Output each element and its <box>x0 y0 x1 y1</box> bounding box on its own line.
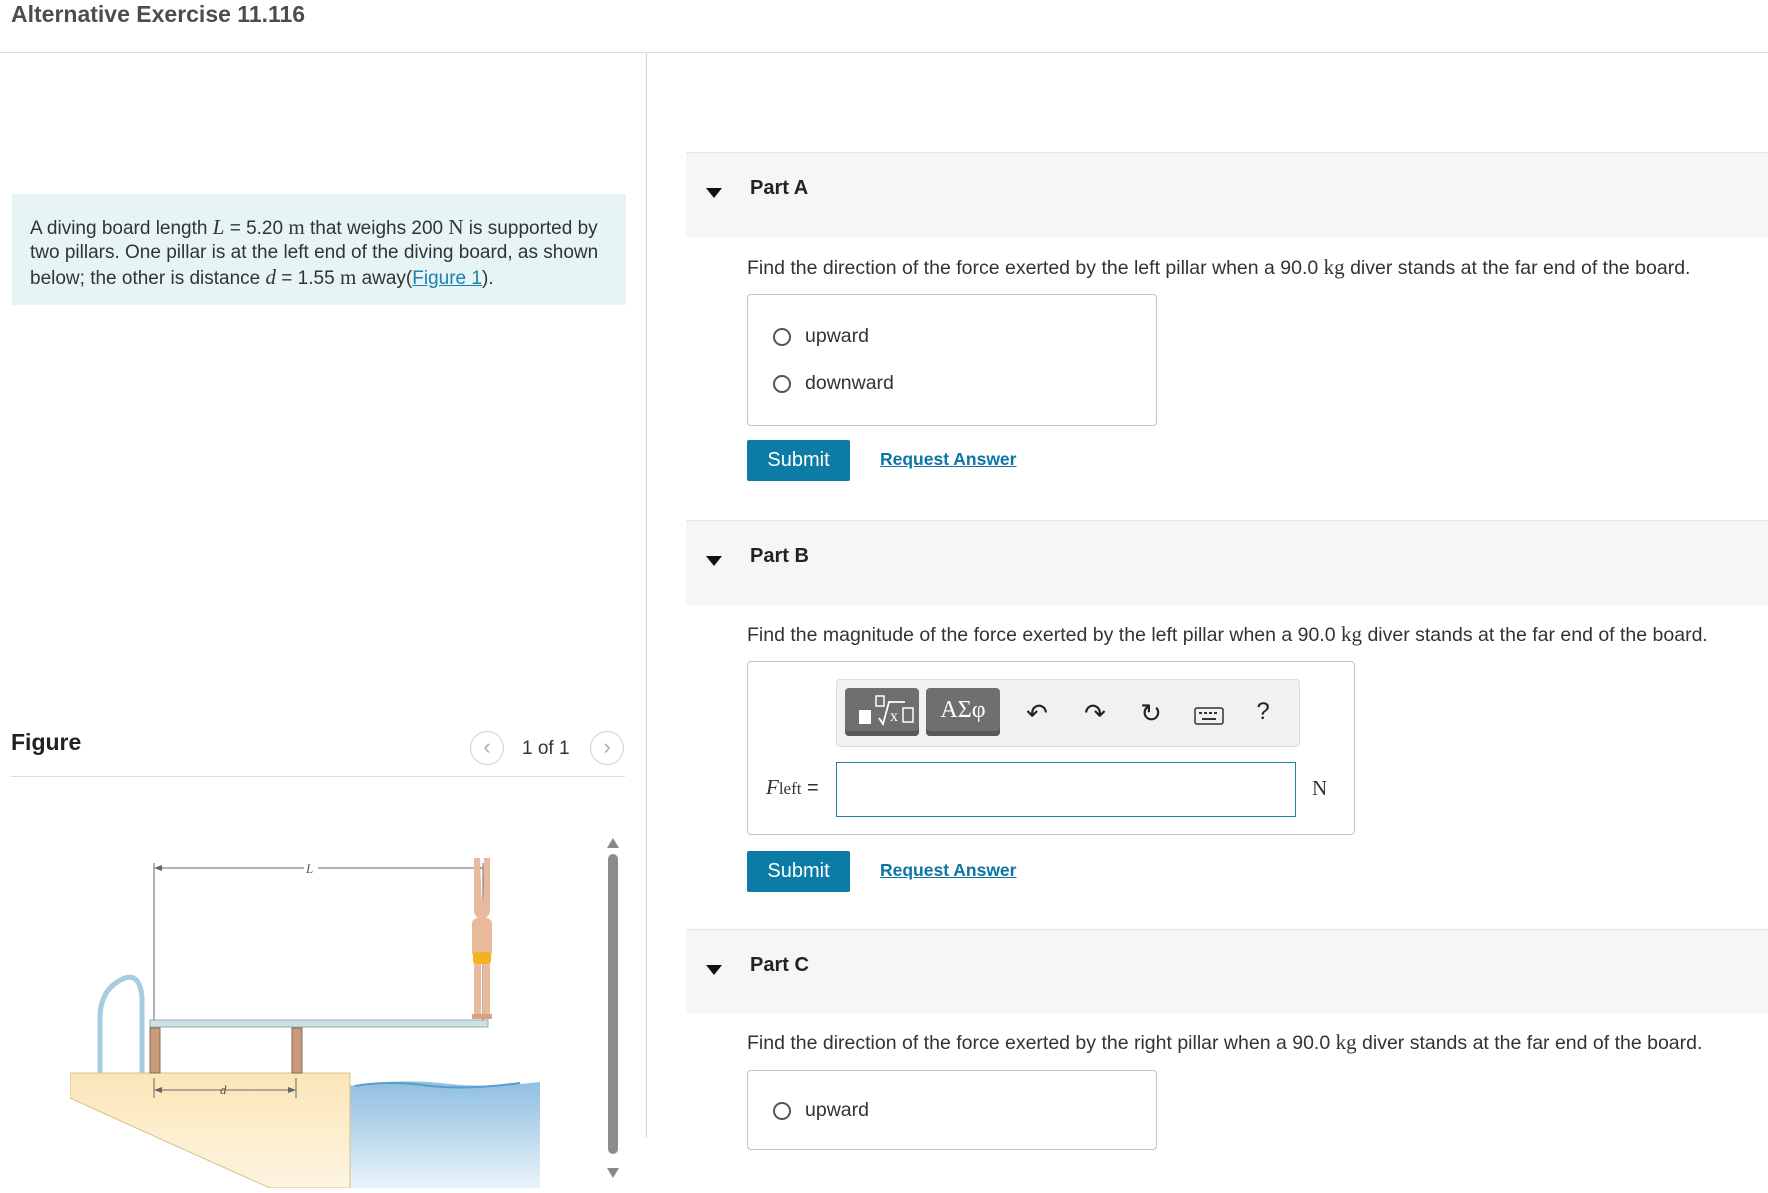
scroll-thumb[interactable] <box>608 854 618 1154</box>
unit-kg: kg <box>1323 255 1345 279</box>
part-c-question: Find the direction of the force exerted … <box>747 1030 1702 1055</box>
unit-m: m <box>288 215 305 239</box>
left-pillar <box>149 1027 161 1074</box>
collapse-caret-icon[interactable] <box>706 965 722 975</box>
variable-L: L <box>212 215 225 239</box>
radio-button[interactable] <box>773 328 791 346</box>
part-a-header[interactable]: Part A <box>686 152 1768 237</box>
figure-pager: ‹ 1 of 1 › <box>470 731 626 765</box>
figure-divider <box>11 776 625 777</box>
choice-label: upward <box>805 325 869 347</box>
radio-button[interactable] <box>773 1102 791 1120</box>
scroll-up-icon[interactable] <box>607 838 619 848</box>
math-toolbar: x ΑΣφ ↶ ↷ ↻ ? <box>836 679 1300 747</box>
question-text: diver stands at the far end of the board… <box>1356 1032 1703 1054</box>
answer-variable-label: Fleft = <box>766 775 819 800</box>
diving-board-figure: L d <box>69 848 540 1189</box>
undo-icon[interactable]: ↶ <box>1019 698 1055 729</box>
problem-text: ). <box>481 268 494 289</box>
answer-unit: N <box>1312 776 1328 800</box>
part-b-question: Find the magnitude of the force exerted … <box>747 622 1708 647</box>
part-a-request-answer-link[interactable]: Request Answer <box>880 449 1016 470</box>
variable-d: d <box>265 265 277 289</box>
dim-d-label: d <box>220 1082 227 1097</box>
figure-heading: Figure <box>11 729 82 755</box>
unit-kg: kg <box>1341 622 1363 646</box>
page-header: Alternative Exercise 11.116 <box>0 0 1768 53</box>
page-title: Alternative Exercise 11.116 <box>11 1 306 27</box>
variable-subscript: left <box>778 779 802 798</box>
question-text: diver stands at the far end of the board… <box>1344 257 1691 279</box>
figure-scrollbar[interactable] <box>605 838 621 1188</box>
right-pillar <box>291 1027 303 1074</box>
part-c-label: Part C <box>750 954 809 976</box>
problem-text: A diving board length <box>30 218 213 239</box>
redo-icon[interactable]: ↷ <box>1077 698 1113 729</box>
pager-count: 1 of 1 <box>522 738 570 759</box>
chevron-left-icon[interactable]: ‹ <box>470 731 504 765</box>
choice-label: downward <box>805 372 894 394</box>
part-b-header[interactable]: Part B <box>686 520 1768 605</box>
part-b-request-answer-link[interactable]: Request Answer <box>880 860 1016 881</box>
variable-F: F <box>766 775 779 799</box>
problem-text: that weighs 200 <box>304 218 449 239</box>
part-a-label: Part A <box>750 177 809 199</box>
part-b-submit-button[interactable]: Submit <box>747 851 850 892</box>
diver-figure <box>472 858 492 1019</box>
collapse-caret-icon[interactable] <box>706 556 722 566</box>
chevron-right-icon[interactable]: › <box>590 731 624 765</box>
collapse-caret-icon[interactable] <box>706 188 722 198</box>
part-b-answer-box: x ΑΣφ ↶ ↷ ↻ ? Fleft = N <box>747 661 1355 835</box>
problem-text: = 5.20 <box>224 218 289 239</box>
problem-text: away( <box>356 268 413 289</box>
keyboard-icon[interactable] <box>1191 702 1227 733</box>
ladder-rail <box>97 974 145 1073</box>
question-text: Find the direction of the force exerted … <box>747 1032 1336 1054</box>
svg-text:x: x <box>890 708 898 725</box>
part-a-submit-button[interactable]: Submit <box>747 440 850 481</box>
part-b-label: Part B <box>750 545 809 567</box>
help-icon[interactable]: ? <box>1245 698 1281 726</box>
left-pane: A diving board length L = 5.20 m that we… <box>0 53 647 1189</box>
choice-label: upward <box>805 1099 869 1121</box>
templates-icon[interactable]: x <box>845 688 919 736</box>
water-shape <box>348 1081 540 1188</box>
part-a-choices: upward downward <box>747 294 1157 426</box>
scroll-down-icon[interactable] <box>607 1168 619 1178</box>
diving-board-illustration: L d <box>69 858 540 1189</box>
part-c-choices: upward <box>747 1070 1157 1150</box>
problem-statement: A diving board length L = 5.20 m that we… <box>12 194 626 305</box>
question-text: Find the direction of the force exerted … <box>747 257 1324 279</box>
unit-kg: kg <box>1335 1030 1357 1054</box>
unit-m: m <box>339 265 357 289</box>
equals-sign: = <box>807 777 819 799</box>
problem-text: = 1.55 <box>276 268 340 289</box>
unit-N: N <box>448 215 464 239</box>
answer-input[interactable] <box>836 762 1296 817</box>
part-a-question: Find the direction of the force exerted … <box>747 255 1690 280</box>
part-c-header[interactable]: Part C <box>686 929 1768 1014</box>
dim-L-label: L <box>305 861 313 876</box>
question-text: diver stands at the far end of the board… <box>1362 624 1708 646</box>
diving-board-plank <box>149 1019 489 1028</box>
greek-icon[interactable]: ΑΣφ <box>926 688 1000 736</box>
radio-button[interactable] <box>773 375 791 393</box>
figure-link[interactable]: Figure 1 <box>412 268 482 289</box>
question-text: Find the magnitude of the force exerted … <box>747 624 1342 646</box>
reset-icon[interactable]: ↻ <box>1133 698 1169 729</box>
